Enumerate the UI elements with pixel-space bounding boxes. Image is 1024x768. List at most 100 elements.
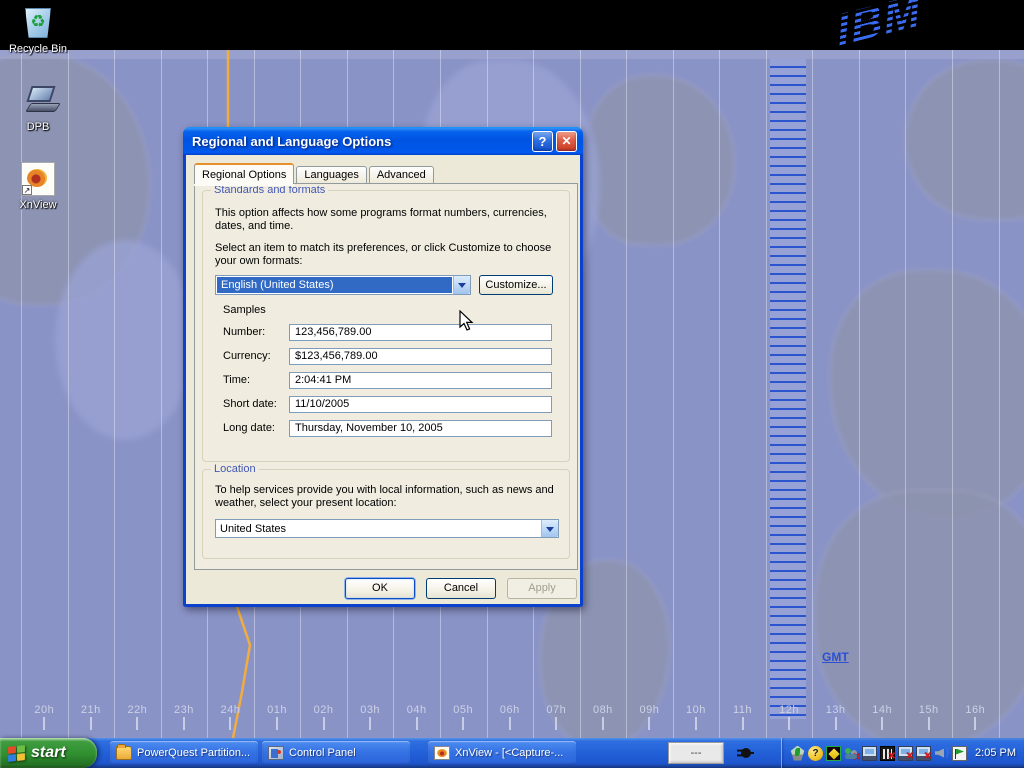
timezone-label: 14h [872,704,892,716]
timezone-label: 16h [965,704,985,716]
shortcut-arrow-icon: ↗ [22,185,32,195]
messenger-ball-icon[interactable]: ? [808,746,823,761]
ok-button[interactable]: OK [345,578,415,599]
timezone-label: 13h [826,704,846,716]
sample-row-currency: Currency: $123,456,789.00 [203,348,569,365]
recycle-symbol-icon: ♻ [21,12,55,32]
timezone-tick [462,717,464,730]
gmt-label: GMT [822,650,849,664]
sample-value-field[interactable]: 123,456,789.00 [289,324,552,341]
task-button-control-panel[interactable]: Control Panel [262,741,410,765]
task-button-label: PowerQuest Partition... [137,747,250,759]
timezone-tick [323,717,325,730]
gmt-meridian-band [770,59,806,719]
timezone-tick [881,717,883,730]
timezone-label: 08h [593,704,613,716]
sample-value-field[interactable]: Thursday, November 10, 2005 [289,420,552,437]
help-button[interactable]: ? [532,131,553,152]
desktop-icon-xnview[interactable]: ↗ XnView [0,162,76,211]
icon-label: XnView [0,199,76,211]
timezone-label: 09h [639,704,659,716]
desktop-icon-recycle-bin[interactable]: ♻ Recycle Bin [0,6,76,55]
timezone-line [21,50,22,738]
timezone-tick [183,717,185,730]
task-button-powerquest-partition[interactable]: PowerQuest Partition... [110,741,258,765]
close-button[interactable]: ✕ [556,131,577,152]
chevron-down-icon[interactable] [541,520,558,537]
sample-row-long-date: Long date: Thursday, November 10, 2005 [203,420,569,437]
timezone-label: 06h [500,704,520,716]
laptop-screen [26,86,55,102]
timezone-line [626,50,627,738]
apply-button[interactable]: Apply [507,578,577,599]
language-flag-icon[interactable] [952,746,967,761]
tray-icon-area: ? ✕ ✕ ✕ ✕ [790,746,967,761]
sample-label: Long date: [223,422,275,434]
xnview-icon [434,746,450,760]
taskbar: start PowerQuest Partition... Control Pan… [0,738,1024,768]
map-landmass-africa [815,490,1024,738]
error-x-icon: ✕ [888,751,896,762]
recycle-bin-icon: ♻ [21,6,55,40]
task-button-label: XnView - [<Capture-... [455,747,563,759]
timezone-tick [276,717,278,730]
taskbar-clock[interactable]: 2:05 PM [975,747,1016,759]
map-landmass [905,60,1024,220]
groupbox-caption: Location [211,463,259,475]
error-x-icon: ✕ [906,751,914,762]
sample-row-short-date: Short date: 11/10/2005 [203,396,569,413]
chevron-down-icon[interactable] [453,276,470,294]
timezone-label: 11h [733,704,752,716]
sample-label: Currency: [223,350,271,362]
timezone-label: 21h [81,704,101,716]
powerquest-tray-icon[interactable] [790,746,805,761]
sample-value-field[interactable]: 11/10/2005 [289,396,552,413]
laptop-base [25,103,61,112]
location-combobox[interactable]: United States [215,519,559,538]
windows-flag-icon [8,745,25,762]
timezone-line [161,50,162,738]
timezone-label: 10h [686,704,706,716]
cancel-button[interactable]: Cancel [426,578,496,599]
wireless-error-icon[interactable]: ✕ [916,746,931,761]
timezone-tick [742,717,744,730]
location-combobox-value: United States [216,520,541,537]
timezone-tick [555,717,557,730]
timezone-label: 20h [34,704,54,716]
icon-label: DPB [0,121,76,133]
map-landmass [585,75,735,245]
norton-icon[interactable] [826,746,841,761]
timezone-label: 04h [407,704,427,716]
desktop-icon-dpb[interactable]: DPB [0,84,76,133]
network-connection-icon[interactable] [862,746,877,761]
computer-error-icon[interactable]: ✕ [898,746,913,761]
icon-label: Recycle Bin [0,43,76,55]
task-button-label: Control Panel [289,747,356,759]
timezone-tick [509,717,511,730]
start-button[interactable]: start [0,738,97,768]
timezone-label: 22h [127,704,147,716]
timezone-line [999,50,1000,738]
standards-description: This option affects how some programs fo… [215,207,567,233]
tab-advanced[interactable]: Advanced [369,166,434,184]
sample-value-field[interactable]: 2:04:41 PM [289,372,552,389]
volume-icon[interactable] [934,746,949,761]
customize-button[interactable]: Customize... [479,275,553,295]
error-x-icon: ✕ [924,751,932,762]
timezone-line [114,50,115,738]
timezone-label: 02h [314,704,334,716]
map-sea-patch [55,240,195,440]
folder-icon [116,746,132,760]
tab-regional-options[interactable]: Regional Options [194,163,294,184]
chart-disabled-icon[interactable]: ✕ [880,746,895,761]
users-offline-icon[interactable]: ✕ [844,746,859,761]
dialog-title: Regional and Language Options [192,134,529,149]
timezone-tick [416,717,418,730]
dialog-titlebar[interactable]: Regional and Language Options ? ✕ [183,127,583,155]
battery-deskband[interactable]: --- [668,742,724,764]
format-combobox[interactable]: English (United States) [215,275,471,295]
tab-languages[interactable]: Languages [296,166,366,184]
location-group: Location To help services provide you wi… [202,469,570,559]
sample-value-field[interactable]: $123,456,789.00 [289,348,552,365]
task-button-xnview-capture[interactable]: XnView - [<Capture-... [428,741,576,765]
